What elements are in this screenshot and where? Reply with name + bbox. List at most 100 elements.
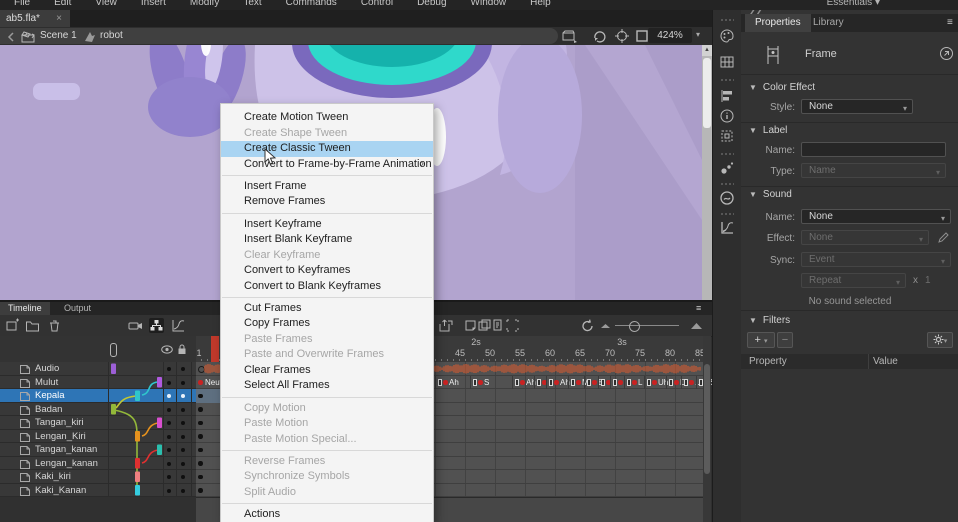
zoom-slider[interactable] — [615, 325, 679, 326]
scroll-up-icon[interactable]: ▲ — [702, 45, 712, 56]
document-tab[interactable]: ab5.fla* × — [0, 10, 70, 27]
layer-visibility-dot[interactable] — [167, 394, 171, 398]
zoom-slider-knob[interactable] — [629, 321, 640, 332]
layer-row-audio[interactable]: Audio — [0, 362, 196, 376]
keyframe-dot[interactable] — [520, 380, 525, 385]
zoom-caret-icon[interactable]: ▾ — [696, 30, 700, 39]
layer-visibility-dot[interactable] — [167, 435, 171, 439]
layer-lock-dot[interactable] — [181, 475, 185, 479]
context-menu-item-clear-keyframe[interactable]: Clear Keyframe — [221, 248, 433, 264]
context-menu-item-synchronize-symbols[interactable]: Synchronize Symbols — [221, 469, 433, 485]
outline-color-icon[interactable] — [109, 342, 118, 358]
particles-icon[interactable] — [719, 160, 735, 176]
menu-help[interactable]: Help — [530, 0, 551, 8]
tab-output[interactable]: Output — [56, 302, 99, 315]
layer-lock-dot[interactable] — [181, 489, 185, 493]
keyframe-dot[interactable] — [632, 380, 637, 385]
zoom-out-tri-icon[interactable] — [598, 318, 613, 333]
layer-lock-dot[interactable] — [181, 421, 185, 425]
menu-control[interactable]: Control — [361, 0, 393, 8]
section-color-effect[interactable]: ▼Color Effect — [749, 82, 815, 93]
layer-row-kaki-kiri[interactable]: Kaki_kiri — [0, 470, 196, 484]
layer-lock-dot[interactable] — [181, 435, 185, 439]
export-icon[interactable] — [438, 318, 453, 333]
delete-layer-icon[interactable] — [47, 318, 62, 333]
keyframe-dot[interactable] — [674, 380, 679, 385]
sound-sync-dropdown[interactable]: Event▾ — [801, 252, 951, 267]
context-menu-item-split-audio[interactable]: Split Audio — [221, 485, 433, 501]
keyframe-dot[interactable] — [198, 475, 203, 480]
keyframe-dot[interactable] — [689, 380, 694, 385]
layer-visibility-dot[interactable] — [167, 408, 171, 412]
context-menu-item-insert-keyframe[interactable]: Insert Keyframe — [221, 217, 433, 233]
label-name-input[interactable] — [801, 142, 946, 157]
tab-properties[interactable]: Properties — [745, 14, 811, 32]
modify-markers-icon[interactable] — [505, 318, 520, 333]
layer-visibility-dot[interactable] — [167, 381, 171, 385]
keyframe-dot[interactable] — [592, 380, 597, 385]
add-filter-button[interactable]: + ▾ — [747, 332, 775, 348]
creative-cloud-icon[interactable] — [719, 190, 735, 206]
camera-icon[interactable] — [128, 318, 143, 333]
panel-menu-icon[interactable]: ≡ — [688, 302, 709, 315]
layer-name[interactable]: Lengan_kanan — [35, 458, 98, 469]
section-label[interactable]: ▼Label — [749, 125, 787, 136]
keyframe-dot[interactable] — [198, 488, 203, 493]
hollow-keyframe[interactable] — [438, 379, 442, 386]
edit-multiple-frames-icon[interactable] — [491, 318, 506, 333]
timeline-scrollbar-thumb[interactable] — [704, 364, 710, 474]
repeat-count-field[interactable]: 1 — [925, 275, 931, 286]
timeline-vertical-scrollbar[interactable] — [703, 336, 711, 522]
hollow-keyframe[interactable] — [669, 379, 673, 386]
collapse-triangle-icon[interactable]: ▼ — [749, 126, 757, 135]
layer-visibility-dot[interactable] — [167, 462, 171, 466]
label-type-dropdown[interactable]: Name▾ — [801, 163, 946, 178]
context-menu-item-cut-frames[interactable]: Cut Frames — [221, 301, 433, 317]
center-stage-icon[interactable] — [614, 28, 630, 44]
layer-name[interactable]: Badan — [35, 404, 62, 415]
layer-name[interactable]: Tangan_kanan — [35, 444, 97, 455]
remove-filter-button[interactable]: − — [777, 332, 793, 348]
sound-effect-dropdown[interactable]: None▾ — [801, 230, 929, 245]
section-sound[interactable]: ▼Sound — [749, 189, 792, 200]
layer-lock-dot[interactable] — [181, 367, 185, 371]
collapse-triangle-icon[interactable]: ▼ — [749, 316, 757, 325]
context-menu-item-create-shape-tween[interactable]: Create Shape Tween — [221, 126, 433, 142]
close-icon[interactable]: × — [56, 10, 62, 27]
breadcrumb-symbol[interactable]: robot — [100, 28, 123, 44]
layer-row-tangan-kanan[interactable]: Tangan_kanan — [0, 443, 196, 457]
menu-window[interactable]: Window — [471, 0, 507, 8]
layer-row-tangan-kiri[interactable]: Tangan_kiri — [0, 416, 196, 430]
lock-icon[interactable] — [177, 344, 187, 355]
hollow-keyframe[interactable] — [684, 379, 688, 386]
keyframe-dot[interactable] — [618, 380, 623, 385]
context-menu-item-clear-frames[interactable]: Clear Frames — [221, 363, 433, 379]
transform-icon[interactable] — [719, 128, 735, 144]
align-icon[interactable] — [719, 88, 735, 104]
layer-row-kepala[interactable]: Kepala — [0, 389, 196, 403]
context-menu-item-paste-frames[interactable]: Paste Frames — [221, 332, 433, 348]
hollow-keyframe[interactable] — [627, 379, 631, 386]
info-icon[interactable] — [719, 108, 735, 124]
layer-visibility-dot[interactable] — [167, 367, 171, 371]
layer-name[interactable]: Kaki_kiri — [35, 471, 71, 482]
layer-lock-dot[interactable] — [181, 462, 185, 466]
onion-skin-icon[interactable] — [463, 318, 478, 333]
layer-name[interactable]: Kepala — [35, 390, 65, 401]
back-chevron-icon[interactable] — [4, 29, 20, 45]
collapse-triangle-icon[interactable]: ▼ — [749, 190, 757, 199]
keyframe-dot[interactable] — [443, 380, 448, 385]
hollow-keyframe[interactable] — [601, 379, 605, 386]
tab-library[interactable]: Library — [803, 14, 854, 32]
zoom-in-tri-icon[interactable] — [689, 318, 704, 333]
menu-text[interactable]: Text — [243, 0, 261, 8]
tab-timeline[interactable]: Timeline — [0, 302, 50, 315]
canvas-scrollbar-thumb[interactable] — [703, 58, 711, 128]
panel-menu-icon[interactable]: ≡ — [937, 14, 958, 32]
context-menu-item-create-motion-tween[interactable]: Create Motion Tween — [221, 110, 433, 126]
section-filters[interactable]: ▼Filters — [749, 315, 790, 326]
layer-visibility-dot[interactable] — [167, 448, 171, 452]
keyframe-dot[interactable] — [478, 380, 483, 385]
playhead[interactable] — [211, 336, 219, 362]
collapse-triangle-icon[interactable]: ▼ — [749, 83, 757, 92]
